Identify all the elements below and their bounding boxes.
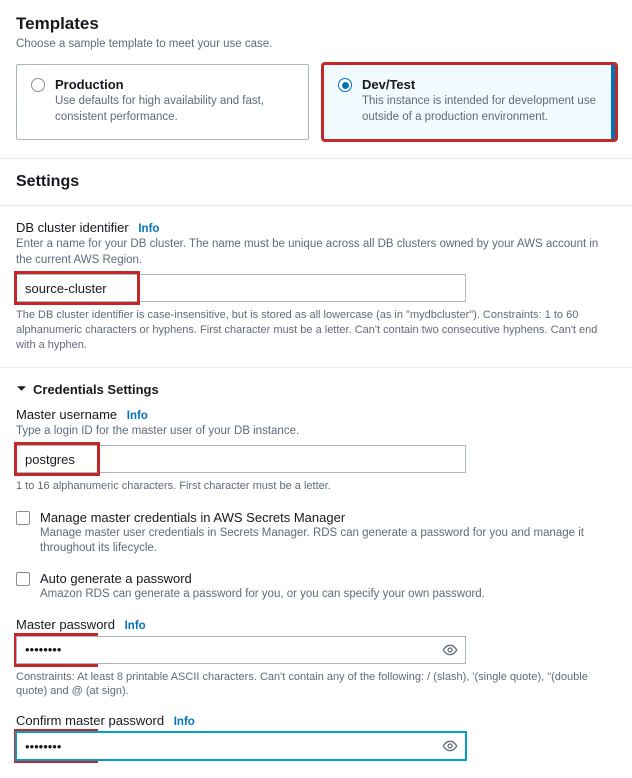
templates-options: Production Use defaults for high availab… xyxy=(16,64,616,140)
auto-generate-desc: Amazon RDS can generate a password for y… xyxy=(40,587,485,603)
credentials-header: Credentials Settings xyxy=(33,382,159,397)
settings-heading: Settings xyxy=(16,173,616,191)
template-desc: Use defaults for high availability and f… xyxy=(55,94,294,125)
template-desc: This instance is intended for developmen… xyxy=(362,94,601,125)
radio-icon xyxy=(31,78,45,92)
master-password-label: Master password xyxy=(16,617,115,632)
info-link[interactable]: Info xyxy=(174,716,195,728)
templates-panel: Templates Choose a sample template to me… xyxy=(0,0,632,159)
secrets-manager-option[interactable]: Manage master credentials in AWS Secrets… xyxy=(16,510,616,557)
info-link[interactable]: Info xyxy=(138,223,159,235)
cluster-id-label: DB cluster identifier xyxy=(16,220,129,235)
info-link[interactable]: Info xyxy=(125,620,146,632)
master-username-field: Master username Info Type a login ID for… xyxy=(16,407,616,494)
eye-icon[interactable] xyxy=(442,642,458,658)
confirm-password-label: Confirm master password xyxy=(16,713,164,728)
template-title: Dev/Test xyxy=(362,77,601,92)
master-username-help: Type a login ID for the master user of y… xyxy=(16,424,616,440)
master-username-input[interactable] xyxy=(16,445,466,473)
templates-heading: Templates xyxy=(16,14,616,34)
settings-panel: Settings DB cluster identifier Info Ente… xyxy=(0,159,632,778)
template-devtest[interactable]: Dev/Test This instance is intended for d… xyxy=(323,64,616,140)
master-password-field: Master password Info Constraints: At lea… xyxy=(16,617,616,700)
caret-down-icon xyxy=(16,382,27,397)
radio-icon xyxy=(338,78,352,92)
auto-generate-title: Auto generate a password xyxy=(40,571,485,586)
master-username-constraint: 1 to 16 alphanumeric characters. First c… xyxy=(16,479,616,494)
template-production[interactable]: Production Use defaults for high availab… xyxy=(16,64,309,140)
credentials-toggle[interactable]: Credentials Settings xyxy=(16,382,616,397)
checkbox-icon xyxy=(16,511,30,525)
master-username-label: Master username xyxy=(16,407,117,422)
cluster-id-help: Enter a name for your DB cluster. The na… xyxy=(16,237,616,268)
auto-generate-option[interactable]: Auto generate a password Amazon RDS can … xyxy=(16,571,616,603)
confirm-password-input[interactable] xyxy=(16,732,466,760)
info-link[interactable]: Info xyxy=(127,410,148,422)
templates-sub: Choose a sample template to meet your us… xyxy=(16,38,616,50)
confirm-password-field: Confirm master password Info xyxy=(16,713,616,760)
checkbox-icon xyxy=(16,572,30,586)
template-title: Production xyxy=(55,77,294,92)
master-password-constraint: Constraints: At least 8 printable ASCII … xyxy=(16,670,616,700)
secrets-manager-title: Manage master credentials in AWS Secrets… xyxy=(40,510,616,525)
master-password-input[interactable] xyxy=(16,636,466,664)
cluster-id-constraint: The DB cluster identifier is case-insens… xyxy=(16,308,616,353)
cluster-id-field: DB cluster identifier Info Enter a name … xyxy=(16,220,616,353)
cluster-id-input[interactable] xyxy=(16,274,466,302)
eye-icon[interactable] xyxy=(442,738,458,754)
secrets-manager-desc: Manage master user credentials in Secret… xyxy=(40,526,616,557)
